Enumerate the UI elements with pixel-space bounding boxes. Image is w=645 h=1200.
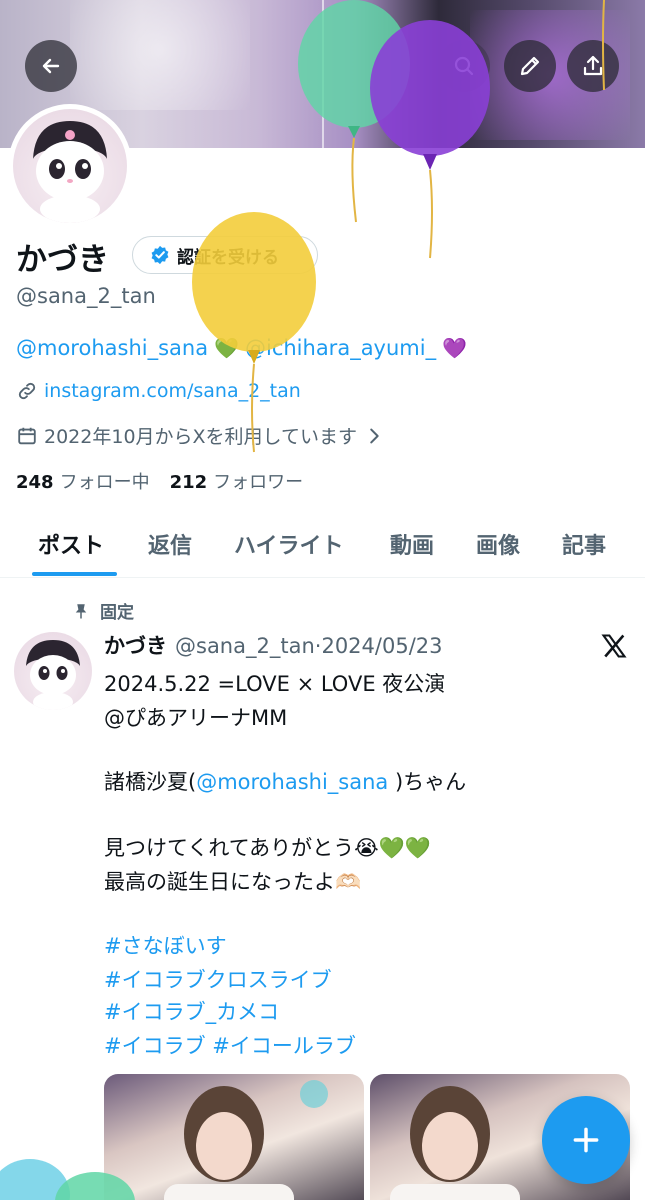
pinned-label: 固定	[72, 598, 134, 623]
post-text-line: 最高の誕生日になったよ🫶🏻	[104, 870, 362, 894]
post-mention[interactable]: @morohashi_sana	[196, 770, 388, 794]
tab-videos[interactable]: 動画	[390, 528, 434, 560]
profile-name: かづき	[16, 242, 109, 278]
active-tab-indicator	[32, 572, 117, 576]
post-text-line: 2024.5.22 =LOVE × LOVE 夜公演	[104, 672, 446, 696]
edit-button[interactable]	[504, 40, 556, 92]
following-stat[interactable]: 248 フォロー中	[16, 468, 150, 494]
balloon-string	[602, 0, 605, 91]
tab-replies[interactable]: 返信	[148, 528, 192, 560]
post-author-avatar[interactable]	[14, 632, 92, 710]
hashtag-link[interactable]: #イコラブ_カメコ	[104, 996, 279, 1026]
follow-counts: 248 フォロー中 212 フォロワー	[16, 468, 303, 494]
calendar-icon	[18, 427, 36, 444]
pencil-icon	[520, 56, 540, 76]
verified-badge-icon	[151, 245, 169, 265]
chevron-right-icon	[370, 428, 379, 443]
bio-mention[interactable]: @morohashi_sana	[16, 336, 208, 360]
avatar-image	[13, 109, 127, 223]
plus-icon	[573, 1127, 599, 1153]
profile-tabs: ポスト 返信 ハイライト 動画 画像 記事	[0, 520, 645, 578]
post-author-handle[interactable]: @sana_2_tan·2024/05/23	[175, 634, 443, 658]
purple-heart-emoji: 💜	[442, 336, 467, 360]
tab-posts[interactable]: ポスト	[38, 528, 104, 560]
tab-photos[interactable]: 画像	[476, 528, 520, 560]
arrow-left-icon	[42, 58, 60, 74]
profile-avatar[interactable]	[8, 104, 132, 228]
hashtag-link[interactable]: #イコラブクロスライブ	[104, 964, 332, 994]
profile-handle: @sana_2_tan	[16, 284, 156, 308]
hashtag-link[interactable]: #イコラブ #イコールラブ	[104, 1030, 356, 1060]
tab-highlights[interactable]: ハイライト	[234, 528, 344, 560]
post-author-name[interactable]: かづき	[104, 630, 167, 660]
yellow-balloon	[192, 212, 316, 453]
post-header: かづき @sana_2_tan·2024/05/23	[104, 630, 443, 660]
followers-stat[interactable]: 212 フォロワー	[170, 468, 304, 494]
post-text-line: 見つけてくれてありがとう😭💚💚	[104, 836, 431, 860]
back-button[interactable]	[25, 40, 77, 92]
x-logo-icon	[601, 634, 627, 658]
hashtag-link[interactable]: #さなぼいす	[104, 930, 227, 960]
post-text-line: 諸橋沙夏(@morohashi_sana )ちゃん	[104, 770, 467, 794]
pin-icon	[75, 603, 87, 618]
purple-balloon	[370, 20, 490, 259]
compose-button[interactable]	[542, 1096, 630, 1184]
post-text-line: @ぴあアリーナMM	[104, 706, 288, 730]
tab-articles[interactable]: 記事	[562, 528, 606, 560]
link-icon	[18, 382, 36, 400]
teal-balloons	[0, 1159, 135, 1200]
banner-light	[70, 0, 250, 110]
